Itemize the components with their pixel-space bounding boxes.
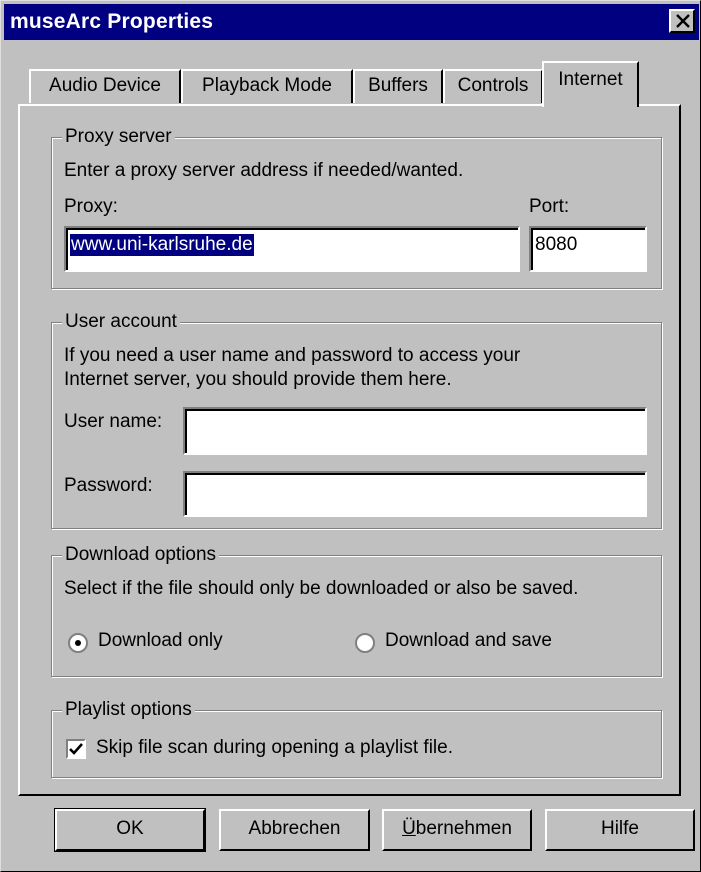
tab-label: Buffers xyxy=(368,75,428,96)
tab-audio-device[interactable]: Audio Device xyxy=(29,69,181,103)
port-value: 8080 xyxy=(535,234,578,255)
tab-panel-internet: Proxy server Enter a proxy server addres… xyxy=(18,104,681,796)
radio-download-and-save[interactable] xyxy=(355,633,375,653)
apply-mnemonic: Ü xyxy=(402,818,416,839)
proxy-value: www.uni-karlsruhe.de xyxy=(70,234,254,256)
proxy-input[interactable]: www.uni-karlsruhe.de xyxy=(64,226,520,272)
tab-playback-mode[interactable]: Playback Mode xyxy=(181,69,353,103)
radio-selected-dot xyxy=(75,640,81,646)
tab-label: Audio Device xyxy=(49,75,161,96)
cancel-button-label: Abbrechen xyxy=(248,818,341,839)
skip-scan-checkbox[interactable] xyxy=(66,739,86,759)
ok-button[interactable]: OK xyxy=(54,808,206,852)
tab-label: Controls xyxy=(457,75,529,96)
proxy-description: Enter a proxy server address if needed/w… xyxy=(64,160,464,181)
apply-button[interactable]: Übernehmen xyxy=(382,809,532,851)
proxy-label: Proxy: xyxy=(64,196,118,217)
port-label: Port: xyxy=(529,196,570,217)
tab-controls[interactable]: Controls xyxy=(443,69,543,103)
radio-download-and-save-label[interactable]: Download and save xyxy=(385,630,552,652)
help-button-label: Hilfe xyxy=(600,818,639,839)
account-description-line2: Internet server, you should provide them… xyxy=(64,369,452,390)
close-button[interactable] xyxy=(669,9,695,33)
group-playlist-options: Playlist options Skip file scan during o… xyxy=(51,698,662,778)
apply-button-label: bernehmen xyxy=(415,818,512,839)
cancel-button[interactable]: Abbrechen xyxy=(219,809,370,851)
window-title: museArc Properties xyxy=(10,10,214,33)
tab-label: Playback Mode xyxy=(202,75,332,96)
tab-label: Internet xyxy=(558,69,623,90)
username-input[interactable] xyxy=(183,407,647,455)
properties-dialog: museArc Properties Audio Device Playback… xyxy=(0,0,701,872)
help-button[interactable]: Hilfe xyxy=(545,809,695,851)
title-bar[interactable]: museArc Properties xyxy=(4,4,699,40)
ok-button-label: OK xyxy=(116,818,144,839)
group-download-options: Download options Select if the file shou… xyxy=(51,543,662,677)
group-title: User account xyxy=(62,310,180,334)
download-description: Select if the file should only be downlo… xyxy=(64,578,579,599)
password-label: Password: xyxy=(64,475,153,496)
group-user-account: User account If you need a user name and… xyxy=(51,310,662,529)
group-title: Playlist options xyxy=(62,698,195,722)
skip-scan-label[interactable]: Skip file scan during opening a playlist… xyxy=(96,737,453,759)
group-title: Download options xyxy=(62,543,220,567)
radio-download-only-label[interactable]: Download only xyxy=(98,630,223,652)
close-icon xyxy=(676,14,690,28)
tab-buffers[interactable]: Buffers xyxy=(353,69,443,103)
group-title: Proxy server xyxy=(62,125,175,149)
tab-internet[interactable]: Internet xyxy=(542,61,639,107)
password-input[interactable] xyxy=(183,471,647,517)
radio-download-only[interactable] xyxy=(68,633,88,653)
checkmark-icon xyxy=(69,743,83,755)
tab-join xyxy=(544,103,637,107)
account-description-line1: If you need a user name and password to … xyxy=(64,345,521,366)
group-proxy-server: Proxy server Enter a proxy server addres… xyxy=(51,125,662,289)
port-input[interactable]: 8080 xyxy=(529,226,647,272)
username-label: User name: xyxy=(64,411,163,432)
